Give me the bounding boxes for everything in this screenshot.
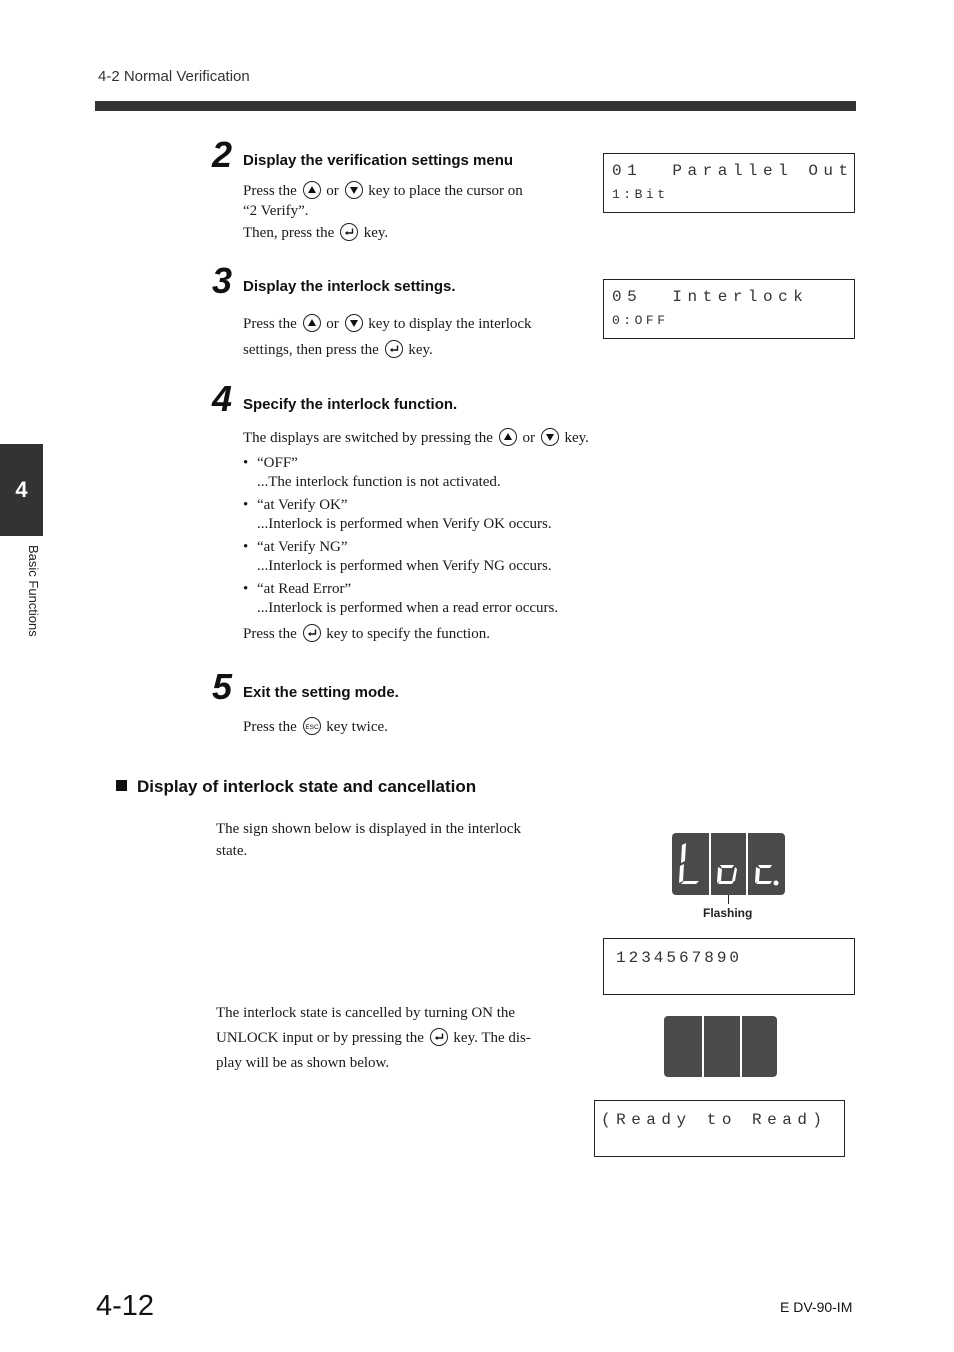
loc-segments-icon <box>679 843 779 886</box>
enter-key-icon <box>429 1028 448 1046</box>
seven-segment-display-loc <box>672 833 785 895</box>
enter-key-icon <box>302 623 321 642</box>
step-text: Press the <box>243 183 297 199</box>
step-text: The displays are switched by pressing th… <box>243 430 493 446</box>
step-body: The displays are switched by pressing th… <box>243 428 643 644</box>
lcd-line2: 1:Bit <box>612 187 669 202</box>
header-rule <box>95 101 856 111</box>
step-text: key to specify the function. <box>326 625 490 642</box>
lcd-line1: (Ready to Read) <box>601 1111 828 1129</box>
step-text: key. <box>363 225 389 241</box>
interlock-para1: The sign shown below is displayed in the… <box>216 818 566 862</box>
option-desc: ...The interlock function is not activat… <box>257 474 501 490</box>
down-arrow-key-icon <box>344 181 363 199</box>
bullet-icon: • <box>243 454 249 471</box>
para-line: state. <box>216 843 248 859</box>
option-desc: ...Interlock is performed when a read er… <box>257 600 559 616</box>
para-text: key. The dis- <box>453 1030 531 1046</box>
chapter-tab: 4 <box>0 444 43 536</box>
step-text: key to place the cursor on <box>368 183 523 199</box>
chapter-label: Basic Functions <box>26 545 41 637</box>
lcd-line1: 01 Parallel Out <box>612 162 854 180</box>
enter-key-icon <box>339 223 358 241</box>
digit-divider <box>740 1016 742 1077</box>
para-line: UNLOCK input or by pressing the key. The… <box>216 1026 566 1051</box>
bullet-icon: • <box>243 538 249 555</box>
option-name: “at Verify OK” <box>257 496 348 513</box>
section-heading-text: Display of interlock state and cancellat… <box>137 777 477 796</box>
step-text: or <box>522 430 535 446</box>
step-body: Press the or key to place the cursor on … <box>243 181 563 244</box>
square-bullet-icon <box>116 780 127 791</box>
option-desc: ...Interlock is performed when Verify NG… <box>257 558 552 574</box>
step-text: key to display the interlock <box>368 316 532 332</box>
option-name: “at Verify NG” <box>257 538 348 555</box>
para-line: The interlock state is cancelled by turn… <box>216 1005 516 1021</box>
down-arrow-key-icon <box>540 428 559 446</box>
option-desc: ...Interlock is performed when Verify OK… <box>257 516 552 532</box>
step-text: key twice. <box>326 719 388 735</box>
interlock-para2: The interlock state is cancelled by turn… <box>216 1001 566 1076</box>
seven-segment-display-blank <box>664 1016 777 1077</box>
step-number: 3 <box>212 260 233 301</box>
lcd-display-ready: (Ready to Read) <box>594 1100 845 1157</box>
document-id: E DV-90-IM <box>780 1299 853 1315</box>
step-text: Press the <box>243 719 297 735</box>
step-body: Press the ESC key twice. <box>243 717 388 738</box>
svg-text:ESC: ESC <box>305 724 319 731</box>
lcd-line2: 0:OFF <box>612 313 669 328</box>
flashing-pointer-line <box>728 895 729 904</box>
digit-divider <box>702 1016 704 1077</box>
step-text: Press the <box>243 625 297 642</box>
option-name: “at Read Error” <box>257 580 352 597</box>
lcd-display-interlock: 05 Interlock 0:OFF <box>603 279 855 339</box>
up-arrow-key-icon <box>498 428 517 446</box>
step-title: Specify the interlock function. <box>243 396 458 413</box>
lcd-display-counter: 1234567890 <box>603 938 855 995</box>
lcd-line1: 1234567890 <box>616 949 743 967</box>
lcd-line1: 05 Interlock <box>612 288 809 306</box>
step-body: Press the or key to display the interloc… <box>243 311 573 363</box>
enter-key-icon <box>384 340 403 358</box>
step-text: settings, then press the <box>243 342 379 358</box>
list-item: • “at Verify OK” ...Interlock is perform… <box>243 496 643 535</box>
para-line: play will be as shown below. <box>216 1055 390 1071</box>
step-text: or <box>326 316 339 332</box>
list-item: • “at Read Error” ...Interlock is perfor… <box>243 580 643 619</box>
section-header: 4-2 Normal Verification <box>98 68 250 85</box>
step-number: 5 <box>212 666 233 707</box>
list-item: • “at Verify NG” ...Interlock is perform… <box>243 538 643 577</box>
para-text: UNLOCK input or by pressing the <box>216 1030 424 1046</box>
step-text: Press the <box>243 316 297 332</box>
lcd-display-parallel-out: 01 Parallel Out 1:Bit <box>603 153 855 213</box>
up-arrow-key-icon <box>302 181 321 199</box>
step-text: Then, press the <box>243 225 335 241</box>
step-text: key. <box>408 342 433 358</box>
page-number: 4-12 <box>96 1290 155 1322</box>
step-title: Display the interlock settings. <box>243 278 456 295</box>
option-name: “OFF” <box>257 454 298 471</box>
step-number: 4 <box>212 378 233 419</box>
step-text: “2 Verify”. <box>243 202 309 219</box>
up-arrow-key-icon <box>302 314 321 332</box>
section-heading: Display of interlock state and cancellat… <box>116 777 476 797</box>
bullet-icon: • <box>243 580 249 597</box>
step-text: key. <box>564 430 589 446</box>
para-line: The sign shown below is displayed in the… <box>216 821 521 837</box>
list-item: • “OFF” ...The interlock function is not… <box>243 454 643 493</box>
step-title: Display the verification settings menu <box>243 152 514 169</box>
step-text: or <box>326 183 339 199</box>
down-arrow-key-icon <box>344 314 363 332</box>
esc-key-icon: ESC <box>302 717 321 735</box>
flashing-label: Flashing <box>703 906 753 920</box>
step-number: 2 <box>212 134 233 175</box>
step-title: Exit the setting mode. <box>243 684 399 701</box>
interlock-options-list: • “OFF” ...The interlock function is not… <box>243 454 643 619</box>
bullet-icon: • <box>243 496 249 513</box>
